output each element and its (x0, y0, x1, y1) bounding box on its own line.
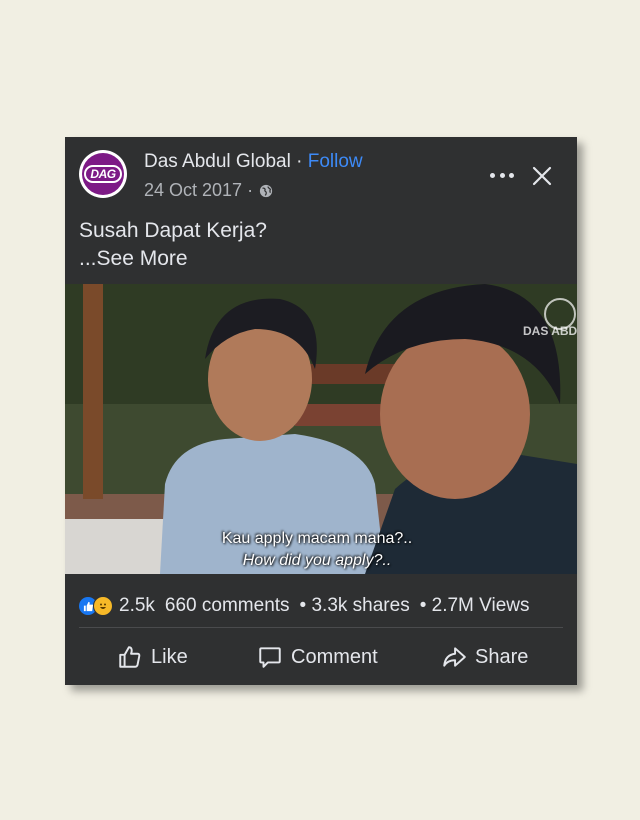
shares-count[interactable]: • 3.3k shares (300, 595, 410, 617)
avatar-text: DAG (84, 165, 122, 183)
thumbs-up-icon (119, 646, 141, 668)
post-caption: Susah Dapat Kerja? ...See More (79, 217, 267, 273)
comment-button[interactable]: Comment (257, 637, 378, 677)
views-count: • 2.7M Views (419, 595, 530, 616)
video-watermark: DAS ABD (523, 324, 577, 338)
divider (79, 627, 563, 628)
share-button[interactable]: Share (441, 637, 528, 677)
share-label: Share (475, 645, 529, 668)
like-button[interactable]: Like (117, 637, 188, 677)
like-label: Like (151, 645, 188, 668)
reactions-count[interactable]: 2.5k (119, 595, 155, 617)
caption-text: Susah Dapat Kerja? (79, 219, 267, 242)
share-icon (443, 647, 466, 667)
haha-reaction-icon[interactable] (93, 596, 113, 616)
see-more-link[interactable]: ...See More (79, 245, 267, 273)
comment-label: Comment (291, 645, 378, 668)
comment-icon (259, 647, 281, 668)
more-options-icon[interactable] (490, 165, 514, 185)
page-name-row: Das Abdul Global · Follow (144, 151, 363, 173)
post-card: DAG Das Abdul Global · Follow 24 Oct 201… (65, 137, 577, 685)
video-player[interactable]: DAS ABD Kau apply macam mana?.. How did … (65, 284, 577, 574)
close-icon[interactable] (531, 165, 553, 187)
avatar[interactable]: DAG (79, 150, 127, 198)
avatar-logo: DAG (82, 153, 124, 195)
separator-dot: · (296, 151, 303, 172)
comments-count[interactable]: 660 comments (165, 595, 290, 617)
subtitle-line-2: How did you apply?.. (242, 552, 392, 569)
follow-button[interactable]: Follow (308, 151, 363, 172)
subtitle-line-1: Kau apply macam mana?.. (221, 530, 413, 547)
post-date[interactable]: 24 Oct 2017 · (144, 180, 253, 201)
action-bar: Like Comment Share (65, 637, 577, 677)
post-header: DAG Das Abdul Global · Follow 24 Oct 201… (65, 137, 577, 212)
globe-icon (259, 184, 273, 197)
engagement-stats: 2.5k 660 comments • 3.3k shares • 2.7M V… (79, 592, 530, 620)
post-meta: 24 Oct 2017 · (144, 180, 273, 201)
page-name[interactable]: Das Abdul Global (144, 151, 291, 172)
